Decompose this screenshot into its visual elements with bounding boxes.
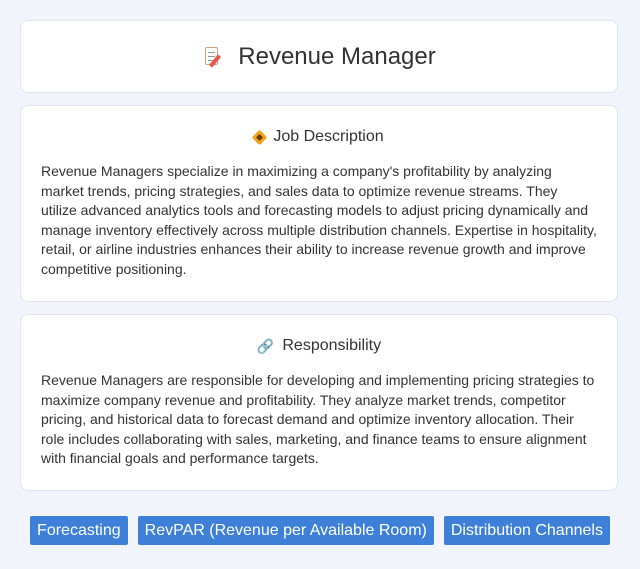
- tag-revpar[interactable]: RevPAR (Revenue per Available Room): [137, 516, 434, 545]
- diamond-icon: [252, 129, 268, 145]
- responsibility-card: 🔗 Responsibility Revenue Managers are re…: [20, 314, 618, 491]
- tag-forecasting[interactable]: Forecasting: [30, 516, 128, 545]
- tag-list: Forecasting RevPAR (Revenue per Availabl…: [0, 516, 640, 545]
- job-description-text: Revenue Managers specialize in maximizin…: [41, 163, 597, 277]
- header-card: Revenue Manager: [20, 20, 618, 93]
- job-description-heading: Job Description: [41, 126, 597, 148]
- memo-pencil-icon: [202, 46, 224, 68]
- page-title: Revenue Manager: [238, 42, 436, 70]
- responsibility-text: Revenue Managers are responsible for dev…: [41, 372, 595, 466]
- responsibility-heading: 🔗 Responsibility: [41, 335, 597, 357]
- job-description-card: Job Description Revenue Managers special…: [20, 105, 618, 302]
- tag-distribution-channels[interactable]: Distribution Channels: [443, 516, 610, 545]
- link-icon: 🔗: [256, 337, 275, 354]
- responsibility-title: Responsibility: [282, 337, 382, 354]
- job-description-title: Job Description: [273, 128, 384, 145]
